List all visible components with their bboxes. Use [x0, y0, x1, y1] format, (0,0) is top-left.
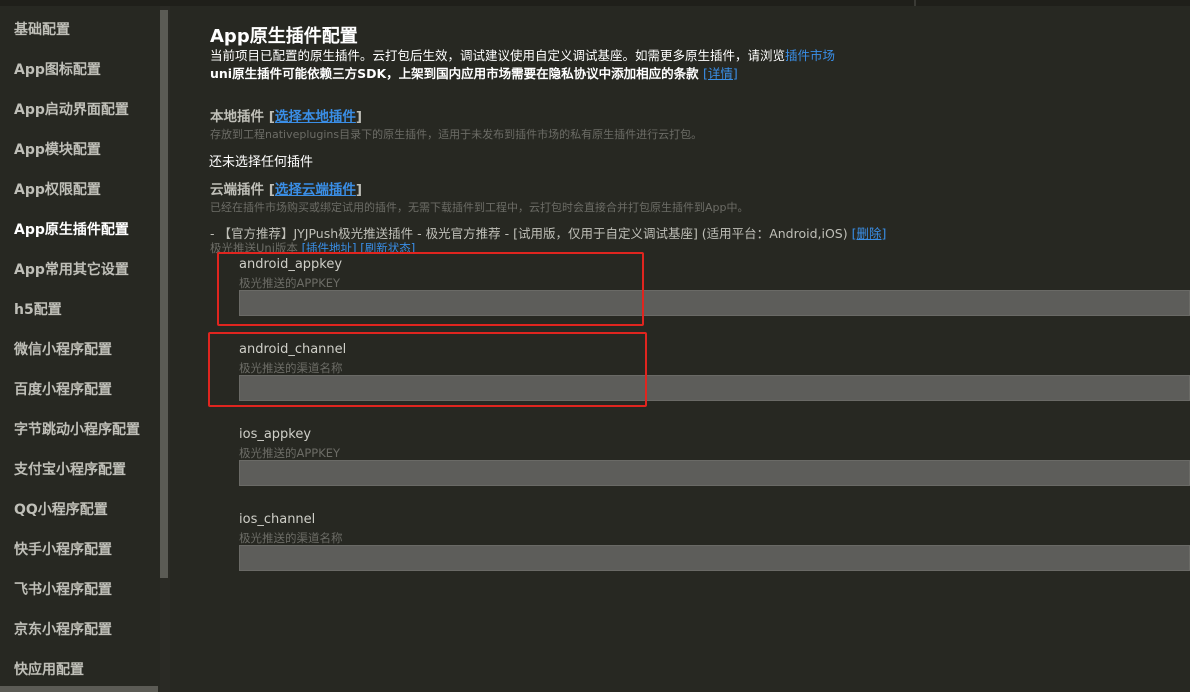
- ios-appkey-label: ios_appkey: [239, 427, 312, 442]
- sidebar-item-app-permissions[interactable]: App权限配置: [14, 179, 101, 201]
- description-text: 当前项目已配置的原生插件。云打包后生效，调试建议使用自定义调试基座。如需更多原生…: [210, 48, 786, 63]
- select-local-plugin-link[interactable]: 选择本地插件: [275, 109, 356, 125]
- cloud-bracket-close: ]: [355, 182, 363, 198]
- sidebar-item-weixin[interactable]: 微信小程序配置: [14, 339, 112, 361]
- sidebar-item-app-icon[interactable]: App图标配置: [14, 59, 101, 81]
- sidebar-item-qq[interactable]: QQ小程序配置: [14, 499, 108, 521]
- sidebar-item-app-modules[interactable]: App模块配置: [14, 139, 101, 161]
- sidebar-item-app-other-settings[interactable]: App常用其它设置: [14, 259, 129, 281]
- description-line-1: 当前项目已配置的原生插件。云打包后生效，调试建议使用自定义调试基座。如需更多原生…: [210, 45, 835, 64]
- plugin-version-text: 极光推送Uni版本: [210, 241, 298, 255]
- main-panel: App原生插件配置 当前项目已配置的原生插件。云打包后生效，调试建议使用自定义调…: [170, 6, 1190, 692]
- sidebar-item-app-native-plugins[interactable]: App原生插件配置: [14, 219, 129, 241]
- android-channel-input[interactable]: [239, 375, 1190, 401]
- android-appkey-hint: 极光推送的APPKEY: [239, 276, 341, 290]
- refresh-status-link[interactable]: [刷新状态]: [360, 241, 415, 255]
- ios-appkey-input[interactable]: [239, 460, 1190, 486]
- sidebar-item-basic[interactable]: 基础配置: [14, 19, 70, 41]
- local-plugins-title: 本地插件: [210, 109, 264, 125]
- cloud-plugins-title: 云端插件: [210, 182, 264, 198]
- sidebar: 基础配置 App图标配置 App启动界面配置 App模块配置 App权限配置 A…: [0, 6, 160, 692]
- sidebar-scroll-thumb[interactable]: [160, 10, 168, 578]
- plugin-entry-text: - 【官方推荐】JYJPush极光推送插件 - 极光官方推荐 - [试用版，仅用…: [210, 226, 848, 241]
- android-appkey-input[interactable]: [239, 290, 1190, 316]
- android-channel-label: android_channel: [239, 342, 347, 357]
- privacy-notice-text: uni原生插件可能依赖三方SDK，上架到国内应用市场需要在隐私协议中添加相应的条…: [210, 66, 699, 81]
- ios-channel-input[interactable]: [239, 545, 1190, 571]
- android-appkey-label: android_appkey: [239, 257, 343, 272]
- cloud-plugins-hint: 已经在插件市场购买或绑定试用的插件，无需下载插件到工程中，云打包时会直接合并打包…: [210, 201, 749, 214]
- sidebar-item-lark[interactable]: 飞书小程序配置: [14, 579, 112, 601]
- sidebar-item-jd[interactable]: 京东小程序配置: [14, 619, 112, 641]
- sidebar-item-baidu[interactable]: 百度小程序配置: [14, 379, 112, 401]
- sidebar-horizontal-scrollbar[interactable]: [0, 686, 158, 692]
- plugin-market-link[interactable]: 插件市场: [785, 48, 835, 63]
- description-line-2: uni原生插件可能依赖三方SDK，上架到国内应用市场需要在隐私协议中添加相应的条…: [210, 63, 738, 82]
- sidebar-item-quickapp[interactable]: 快应用配置: [14, 659, 84, 681]
- ios-channel-label: ios_channel: [239, 512, 316, 527]
- local-bracket-close: ]: [355, 109, 363, 125]
- sidebar-item-toutiao[interactable]: 字节跳动小程序配置: [14, 419, 140, 441]
- select-cloud-plugin-link[interactable]: 选择云端插件: [275, 182, 356, 198]
- no-plugin-selected-text: 还未选择任何插件: [209, 155, 314, 170]
- local-plugins-heading: 本地插件 [选择本地插件]: [210, 105, 362, 125]
- local-plugins-hint: 存放到工程nativeplugins目录下的原生插件，适用于未发布到插件市场的私…: [210, 128, 703, 141]
- sidebar-item-kuaishou[interactable]: 快手小程序配置: [14, 539, 112, 561]
- sidebar-item-alipay[interactable]: 支付宝小程序配置: [14, 459, 126, 481]
- sidebar-item-app-splash[interactable]: App启动界面配置: [14, 99, 129, 121]
- sidebar-item-h5[interactable]: h5配置: [14, 299, 62, 321]
- plugin-sub-line: 极光推送Uni版本 [插件地址] [刷新状态]: [210, 240, 415, 256]
- cloud-plugins-heading: 云端插件 [选择云端插件]: [210, 178, 362, 198]
- privacy-details-link[interactable]: [详情]: [703, 66, 738, 81]
- android-channel-hint: 极光推送的渠道名称: [239, 361, 343, 375]
- ios-appkey-hint: 极光推送的APPKEY: [239, 446, 341, 460]
- plugin-address-link[interactable]: [插件地址]: [302, 241, 357, 255]
- ios-channel-hint: 极光推送的渠道名称: [239, 531, 343, 545]
- delete-plugin-link[interactable]: [删除]: [852, 226, 887, 241]
